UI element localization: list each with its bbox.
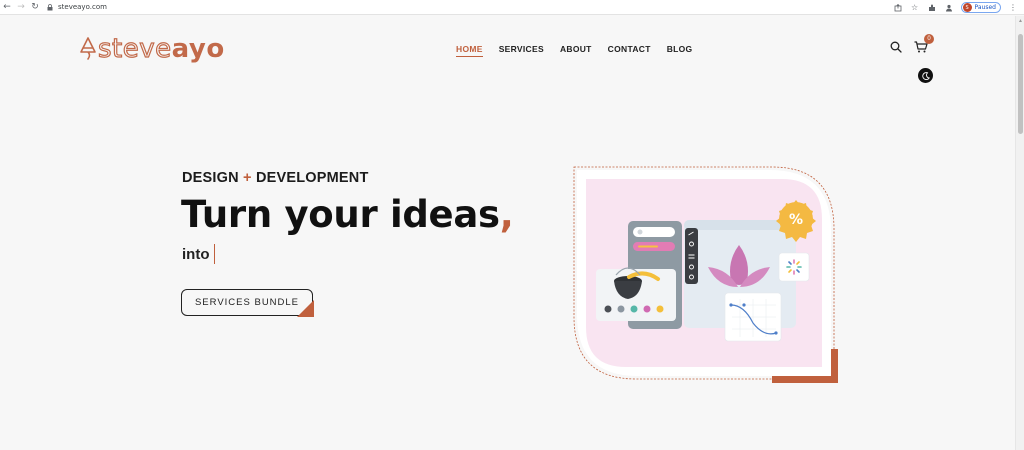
tagline-plus: +: [243, 170, 252, 186]
page-scrollbar[interactable]: ▲: [1015, 16, 1024, 450]
browser-toolbar: ← → ↻ steveayo.com ☆ S Paused ⋮: [0, 0, 1024, 15]
services-bundle-label: SERVICES BUNDLE: [194, 297, 300, 308]
nav-about[interactable]: ABOUT: [560, 44, 592, 57]
moon-icon: [921, 71, 930, 80]
search-icon[interactable]: [890, 40, 902, 58]
logo-text-bold: ayo: [171, 34, 225, 64]
nav-contact[interactable]: CONTACT: [608, 44, 651, 57]
tagline-development: DEVELOPMENT: [255, 170, 369, 186]
site-logo[interactable]: steve ayo: [79, 33, 225, 65]
scroll-thumb[interactable]: [1018, 34, 1023, 134]
address-bar[interactable]: steveayo.com: [46, 1, 876, 14]
forward-icon[interactable]: →: [14, 0, 28, 14]
url-text: steveayo.com: [58, 3, 107, 11]
typing-cursor: [213, 244, 215, 264]
main-nav: HOME SERVICES ABOUT CONTACT BLOG: [456, 44, 708, 57]
cart-button[interactable]: 0: [914, 34, 934, 58]
reload-icon[interactable]: ↻: [28, 0, 42, 14]
cart-count-badge: 0: [924, 34, 934, 44]
kebab-menu-icon[interactable]: ⋮: [1008, 3, 1018, 13]
nav-services[interactable]: SERVICES: [499, 44, 544, 57]
headline-text: Turn your ideas: [181, 193, 500, 236]
button-corner-accent: [297, 300, 314, 317]
star-icon[interactable]: ☆: [910, 3, 920, 13]
logo-text-light: steve: [97, 34, 172, 64]
back-icon[interactable]: ←: [0, 0, 14, 14]
nav-home[interactable]: HOME: [456, 44, 483, 57]
profile-status: Paused: [974, 4, 996, 11]
headline-comma: ,: [499, 193, 514, 236]
toolbar-strip: [685, 228, 698, 284]
hero-tagline: DESIGN + DEVELOPMENT: [182, 170, 369, 186]
profile-button[interactable]: S Paused: [960, 2, 1001, 13]
tagline-design: DESIGN: [182, 170, 239, 186]
avatar: S: [962, 3, 972, 12]
hero-subline: into: [182, 244, 215, 264]
discount-badge-symbol: %: [789, 212, 803, 228]
lock-icon: [46, 3, 54, 11]
loader-card: [778, 252, 810, 282]
user-extension-icon[interactable]: [944, 3, 954, 13]
hero-illustration: %: [573, 166, 838, 383]
extensions-icon[interactable]: [927, 3, 937, 13]
hero-headline: Turn your ideas,: [181, 193, 514, 236]
dark-mode-toggle[interactable]: [918, 68, 933, 83]
subline-text: into: [182, 245, 210, 263]
scroll-up-icon[interactable]: ▲: [1018, 19, 1023, 24]
nav-blog[interactable]: BLOG: [667, 44, 693, 57]
share-icon[interactable]: [893, 3, 903, 13]
services-bundle-button[interactable]: SERVICES BUNDLE: [181, 289, 314, 317]
logo-mark-icon: [80, 37, 96, 60]
